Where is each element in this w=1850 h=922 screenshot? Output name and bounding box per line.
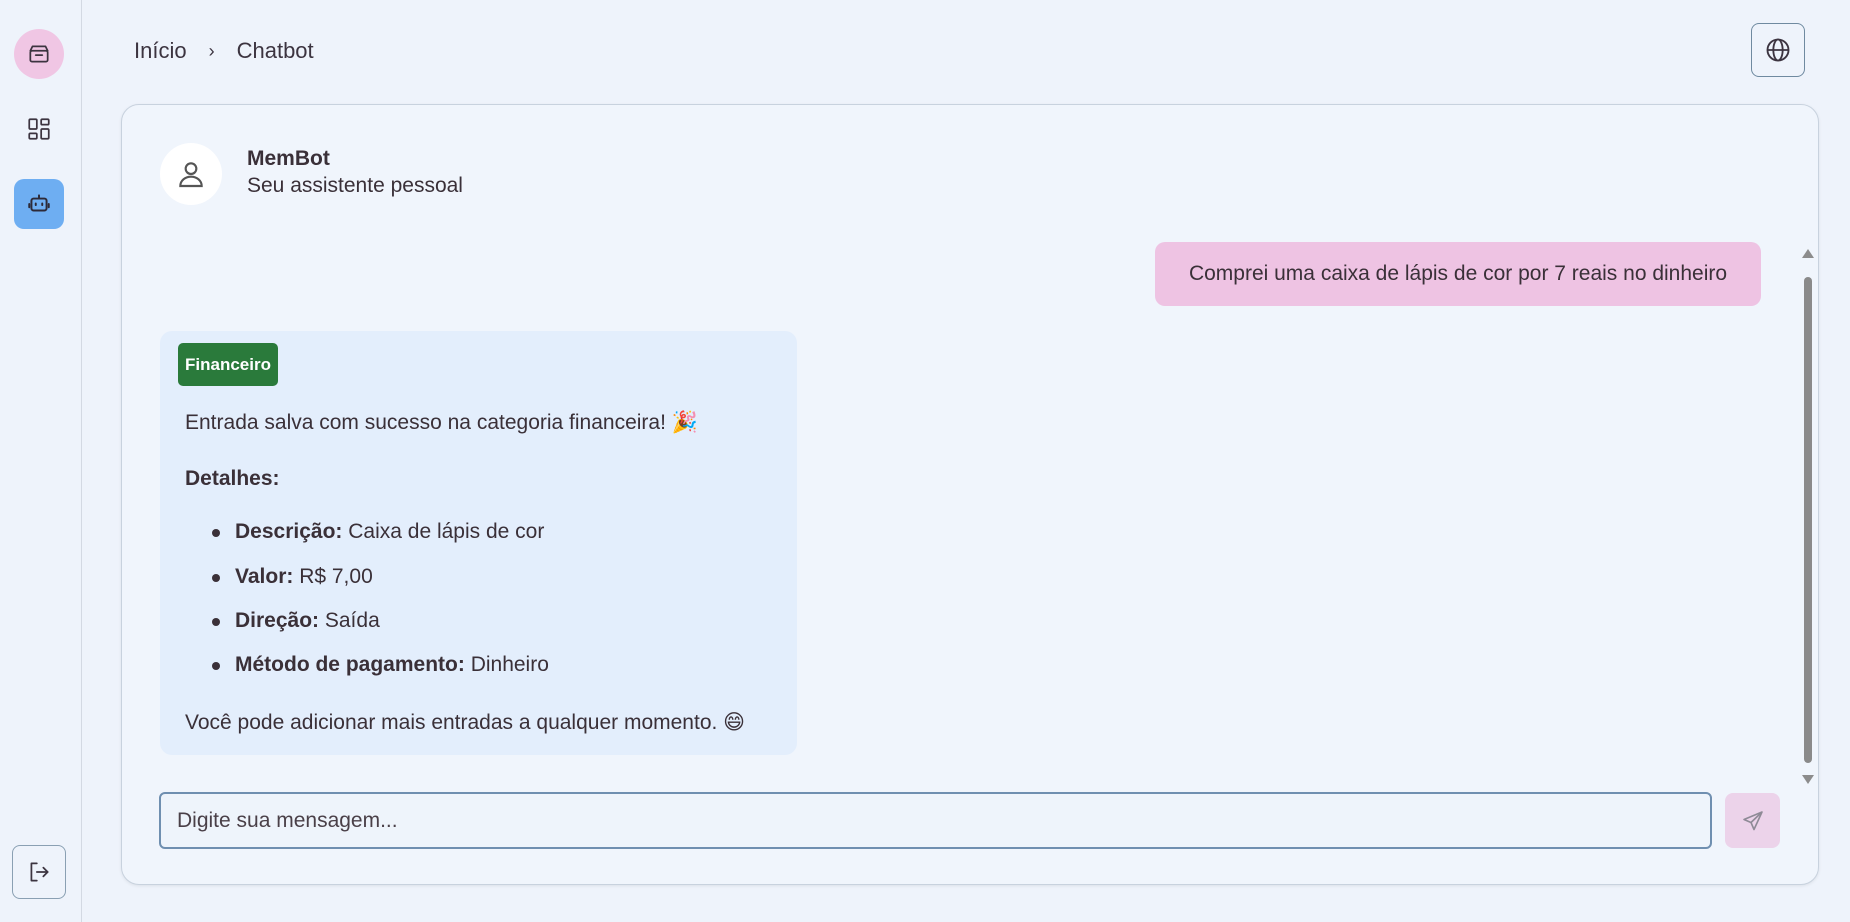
detail-label: Valor: bbox=[235, 565, 294, 588]
detail-item: Direção: Saída bbox=[235, 609, 380, 633]
details-title-text: Detalhes: bbox=[185, 467, 280, 490]
sidebar-item-home[interactable] bbox=[14, 29, 64, 79]
bot-name: MemBot bbox=[247, 147, 330, 170]
package-icon bbox=[29, 45, 49, 63]
bullet bbox=[212, 574, 220, 582]
logout-button[interactable] bbox=[12, 845, 66, 899]
bot-icon bbox=[28, 194, 50, 212]
detail-item: Método de pagamento: Dinheiro bbox=[235, 653, 549, 677]
bot-message-intro: Entrada salva com sucesso na categoria f… bbox=[185, 411, 698, 434]
sidebar-item-chatbot[interactable] bbox=[14, 179, 64, 229]
details-title: Detalhes: bbox=[185, 467, 280, 491]
bot-message: Financeiro Entrada salva com sucesso na … bbox=[160, 331, 797, 755]
detail-label: Método de pagamento: bbox=[235, 653, 465, 676]
detail-value: Saída bbox=[324, 609, 380, 632]
language-button[interactable] bbox=[1751, 23, 1805, 77]
detail-label: Descrição: bbox=[235, 520, 343, 543]
globe-icon bbox=[1766, 38, 1790, 62]
bot-subtitle: Seu assistente pessoal bbox=[247, 174, 463, 197]
message-input[interactable] bbox=[159, 792, 1712, 849]
sidebar bbox=[0, 0, 82, 922]
user-icon bbox=[179, 162, 203, 188]
breadcrumb-current: Chatbot bbox=[236, 38, 314, 63]
detail-label: Direção: bbox=[235, 609, 320, 632]
detail-item: Valor: R$ 7,00 bbox=[235, 565, 373, 589]
scroll-up-arrow-icon[interactable] bbox=[1802, 249, 1814, 258]
bullet bbox=[212, 529, 220, 537]
user-message-text: Comprei uma caixa de lápis de cor por 7 … bbox=[1188, 262, 1728, 285]
breadcrumb: Início › Chatbot bbox=[134, 38, 314, 64]
breadcrumb-home[interactable]: Início bbox=[134, 38, 187, 64]
detail-item: Descrição: Caixa de lápis de cor bbox=[235, 520, 544, 544]
avatar bbox=[160, 143, 222, 205]
scroll-down-arrow-icon[interactable] bbox=[1802, 775, 1814, 784]
scroll-thumb[interactable] bbox=[1804, 277, 1812, 763]
chevron-right-icon: › bbox=[208, 40, 215, 61]
detail-value: Caixa de lápis de cor bbox=[348, 520, 545, 543]
category-badge: Financeiro bbox=[178, 343, 278, 386]
user-message: Comprei uma caixa de lápis de cor por 7 … bbox=[1155, 242, 1761, 306]
send-icon bbox=[1742, 810, 1763, 830]
detail-value: R$ 7,00 bbox=[299, 565, 373, 588]
detail-value: Dinheiro bbox=[470, 653, 549, 676]
dashboard-icon bbox=[28, 118, 50, 140]
sidebar-item-dashboard[interactable] bbox=[14, 104, 64, 154]
bot-message-outro: Você pode adicionar mais entradas a qual… bbox=[185, 711, 746, 734]
bullet bbox=[212, 662, 220, 670]
chat-scrollbar[interactable] bbox=[1802, 249, 1814, 785]
bullet bbox=[212, 618, 220, 626]
send-button[interactable] bbox=[1725, 793, 1780, 848]
logout-icon bbox=[30, 862, 49, 882]
